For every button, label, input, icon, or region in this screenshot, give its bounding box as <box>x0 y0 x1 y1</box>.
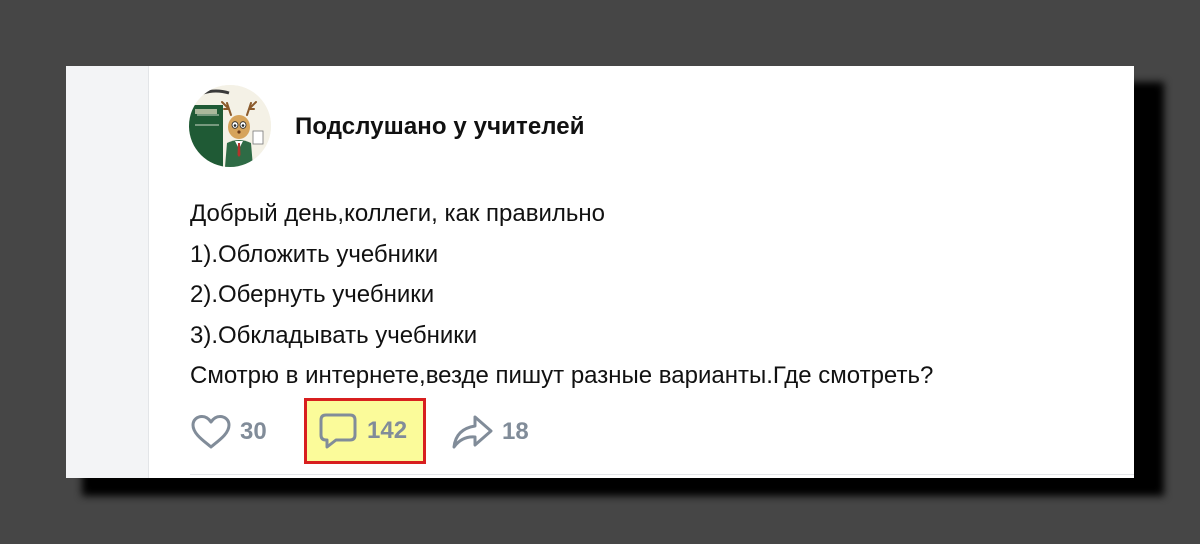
group-name[interactable]: Подслушано у учителей <box>295 113 585 141</box>
share-count: 18 <box>502 418 529 445</box>
share-button[interactable]: 18 <box>450 410 529 454</box>
group-avatar[interactable] <box>189 85 271 167</box>
post-text: Добрый день,коллеги, как правильно 1).Об… <box>190 194 933 397</box>
post-text-line: Добрый день,коллеги, как правильно <box>190 200 606 227</box>
comment-count: 142 <box>367 417 408 444</box>
divider <box>190 474 1134 475</box>
comment-icon <box>319 413 357 449</box>
comment-button[interactable]: 142 <box>304 398 426 464</box>
post-text-line: Смотрю в интернете,везде пишут разные ва… <box>190 362 934 389</box>
share-arrow-icon <box>452 415 493 449</box>
left-gutter <box>66 66 149 478</box>
post-text-line: 1).Обложить учебники <box>190 240 439 268</box>
deer-teacher-avatar-icon <box>189 85 271 167</box>
heart-icon <box>191 415 231 449</box>
post-text-line: 2).Обернуть учебники <box>190 281 435 308</box>
like-button[interactable]: 30 <box>190 410 267 454</box>
post-text-line: 3).Обкладывать учебники <box>190 321 478 349</box>
like-count: 30 <box>240 418 267 445</box>
post-card: Подслушано у учителей Добрый день,коллег… <box>66 66 1134 478</box>
